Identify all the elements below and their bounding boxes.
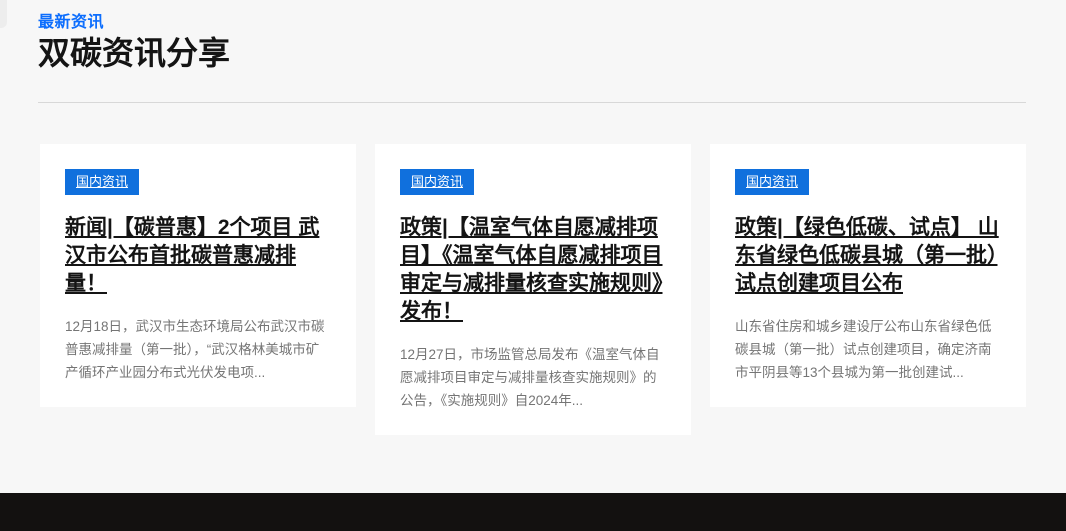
news-card-list: 国内资讯 新闻|【碳普惠】2个项目 武汉市公布首批碳普惠减排量！ 12月18日，… xyxy=(40,144,1026,435)
category-badge[interactable]: 国内资讯 xyxy=(735,169,809,195)
news-card[interactable]: 国内资讯 新闻|【碳普惠】2个项目 武汉市公布首批碳普惠减排量！ 12月18日，… xyxy=(40,144,356,407)
news-card[interactable]: 国内资讯 政策|【温室气体自愿减排项目】《温室气体自愿减排项目审定与减排量核查实… xyxy=(375,144,691,435)
news-title: 政策|【温室气体自愿减排项目】《温室气体自愿减排项目审定与减排量核查实施规则》发… xyxy=(400,214,666,326)
footer-bar xyxy=(0,493,1066,531)
section-divider xyxy=(38,102,1026,103)
news-title: 新闻|【碳普惠】2个项目 武汉市公布首批碳普惠减排量！ xyxy=(65,214,331,298)
news-title: 政策|【绿色低碳、试点】 山东省绿色低碳县城（第一批）试点创建项目公布 xyxy=(735,214,1001,298)
section-title: 双碳资讯分享 xyxy=(38,36,1026,70)
news-title-link[interactable]: 政策|【温室气体自愿减排项目】《温室气体自愿减排项目审定与减排量核查实施规则》发… xyxy=(400,216,663,323)
category-badge[interactable]: 国内资讯 xyxy=(65,169,139,195)
news-title-link[interactable]: 新闻|【碳普惠】2个项目 武汉市公布首批碳普惠减排量！ xyxy=(65,216,319,295)
news-excerpt: 山东省住房和城乡建设厅公布山东省绿色低碳县城（第一批）试点创建项目，确定济南市平… xyxy=(735,315,1001,384)
section-eyebrow: 最新资讯 xyxy=(38,8,1026,32)
news-excerpt: 12月18日，武汉市生态环境局公布武汉市碳普惠减排量（第一批），“武汉格林美城市… xyxy=(65,315,331,384)
news-card[interactable]: 国内资讯 政策|【绿色低碳、试点】 山东省绿色低碳县城（第一批）试点创建项目公布… xyxy=(710,144,1026,407)
category-badge[interactable]: 国内资讯 xyxy=(400,169,474,195)
news-title-link[interactable]: 政策|【绿色低碳、试点】 山东省绿色低碳县城（第一批）试点创建项目公布 xyxy=(735,216,999,295)
news-section: 最新资讯 双碳资讯分享 国内资讯 新闻|【碳普惠】2个项目 武汉市公布首批碳普惠… xyxy=(0,0,1066,435)
news-excerpt: 12月27日，市场监管总局发布《温室气体自愿减排项目审定与减排量核查实施规则》的… xyxy=(400,343,666,412)
scrollbar-fragment xyxy=(0,0,7,28)
